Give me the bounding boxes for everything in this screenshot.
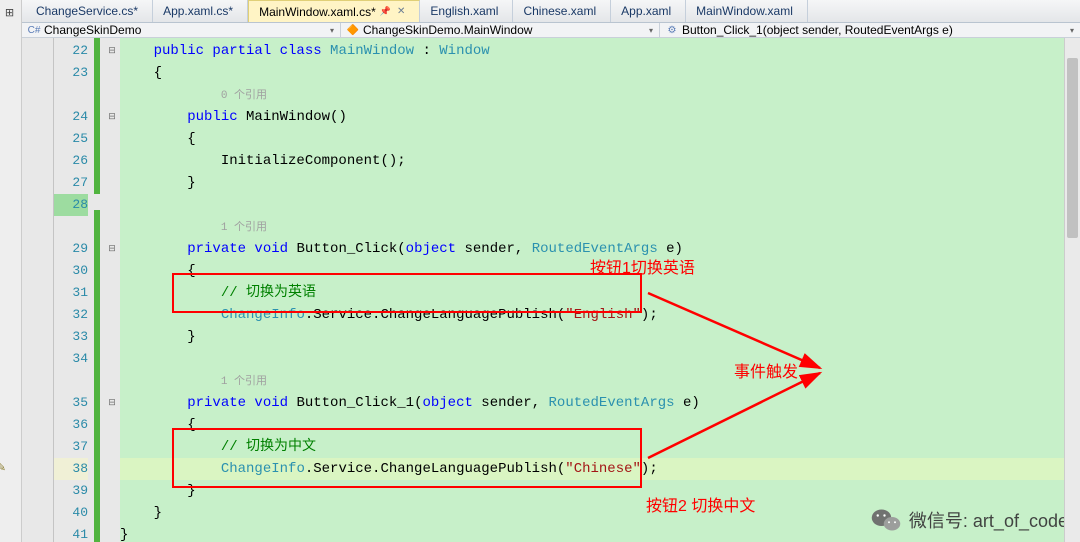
tab-mainwindow-cs[interactable]: MainWindow.xaml.cs* 📌 ✕: [248, 0, 420, 22]
crumb-label: ChangeSkinDemo.MainWindow: [363, 23, 532, 37]
class-icon: 🔶: [347, 24, 359, 36]
tab-changeservice[interactable]: ChangeService.cs*: [26, 0, 153, 22]
fold-toggle[interactable]: ⊟: [104, 392, 120, 414]
line-numbers: 222324252627 28293031323334 35363738✎394…: [54, 38, 94, 542]
tab-chinese-xaml[interactable]: Chinese.xaml: [513, 0, 611, 22]
crumb-namespace[interactable]: C# ChangeSkinDemo ▾: [22, 23, 341, 37]
tab-app-xaml-cs[interactable]: App.xaml.cs*: [153, 0, 248, 22]
change-markbar: [94, 38, 104, 542]
fold-toggle[interactable]: ⊟: [104, 40, 120, 62]
fold-toggle[interactable]: ⊟: [104, 106, 120, 128]
nav-crumbs: C# ChangeSkinDemo ▾ 🔶 ChangeSkinDemo.Mai…: [22, 23, 1080, 38]
csharp-icon: C#: [28, 24, 40, 36]
vertical-scrollbar[interactable]: [1064, 38, 1080, 542]
tab-app-xaml[interactable]: App.xaml: [611, 0, 686, 22]
glyph-margin: [22, 38, 54, 542]
crumb-member[interactable]: ⚙ Button_Click_1(object sender, RoutedEv…: [660, 23, 1080, 37]
tab-strip: ChangeService.cs* App.xaml.cs* MainWindo…: [22, 0, 1080, 23]
pin-icon[interactable]: 📌: [380, 6, 391, 17]
edit-icon: ✎: [0, 458, 6, 480]
code-content[interactable]: public partial class MainWindow : Window…: [120, 38, 1080, 542]
fold-column: ⊟ ⊟ ⊟ ⊟: [104, 38, 120, 542]
crumb-class[interactable]: 🔶 ChangeSkinDemo.MainWindow ▾: [341, 23, 660, 37]
chevron-down-icon: ▾: [330, 26, 334, 35]
close-icon[interactable]: ✕: [397, 6, 405, 17]
crumb-label: Button_Click_1(object sender, RoutedEven…: [682, 23, 953, 37]
toolbox-icon[interactable]: ⊞: [4, 8, 17, 17]
scrollbar-thumb[interactable]: [1067, 58, 1078, 238]
method-icon: ⚙: [666, 24, 678, 36]
crumb-label: ChangeSkinDemo: [44, 23, 141, 37]
fold-toggle[interactable]: ⊟: [104, 238, 120, 260]
chevron-down-icon: ▾: [1070, 26, 1074, 35]
tab-mainwindow-xaml[interactable]: MainWindow.xaml: [686, 0, 808, 22]
chevron-down-icon: ▾: [649, 26, 653, 35]
code-editor[interactable]: 222324252627 28293031323334 35363738✎394…: [22, 38, 1080, 542]
tab-english-xaml[interactable]: English.xaml: [420, 0, 513, 22]
